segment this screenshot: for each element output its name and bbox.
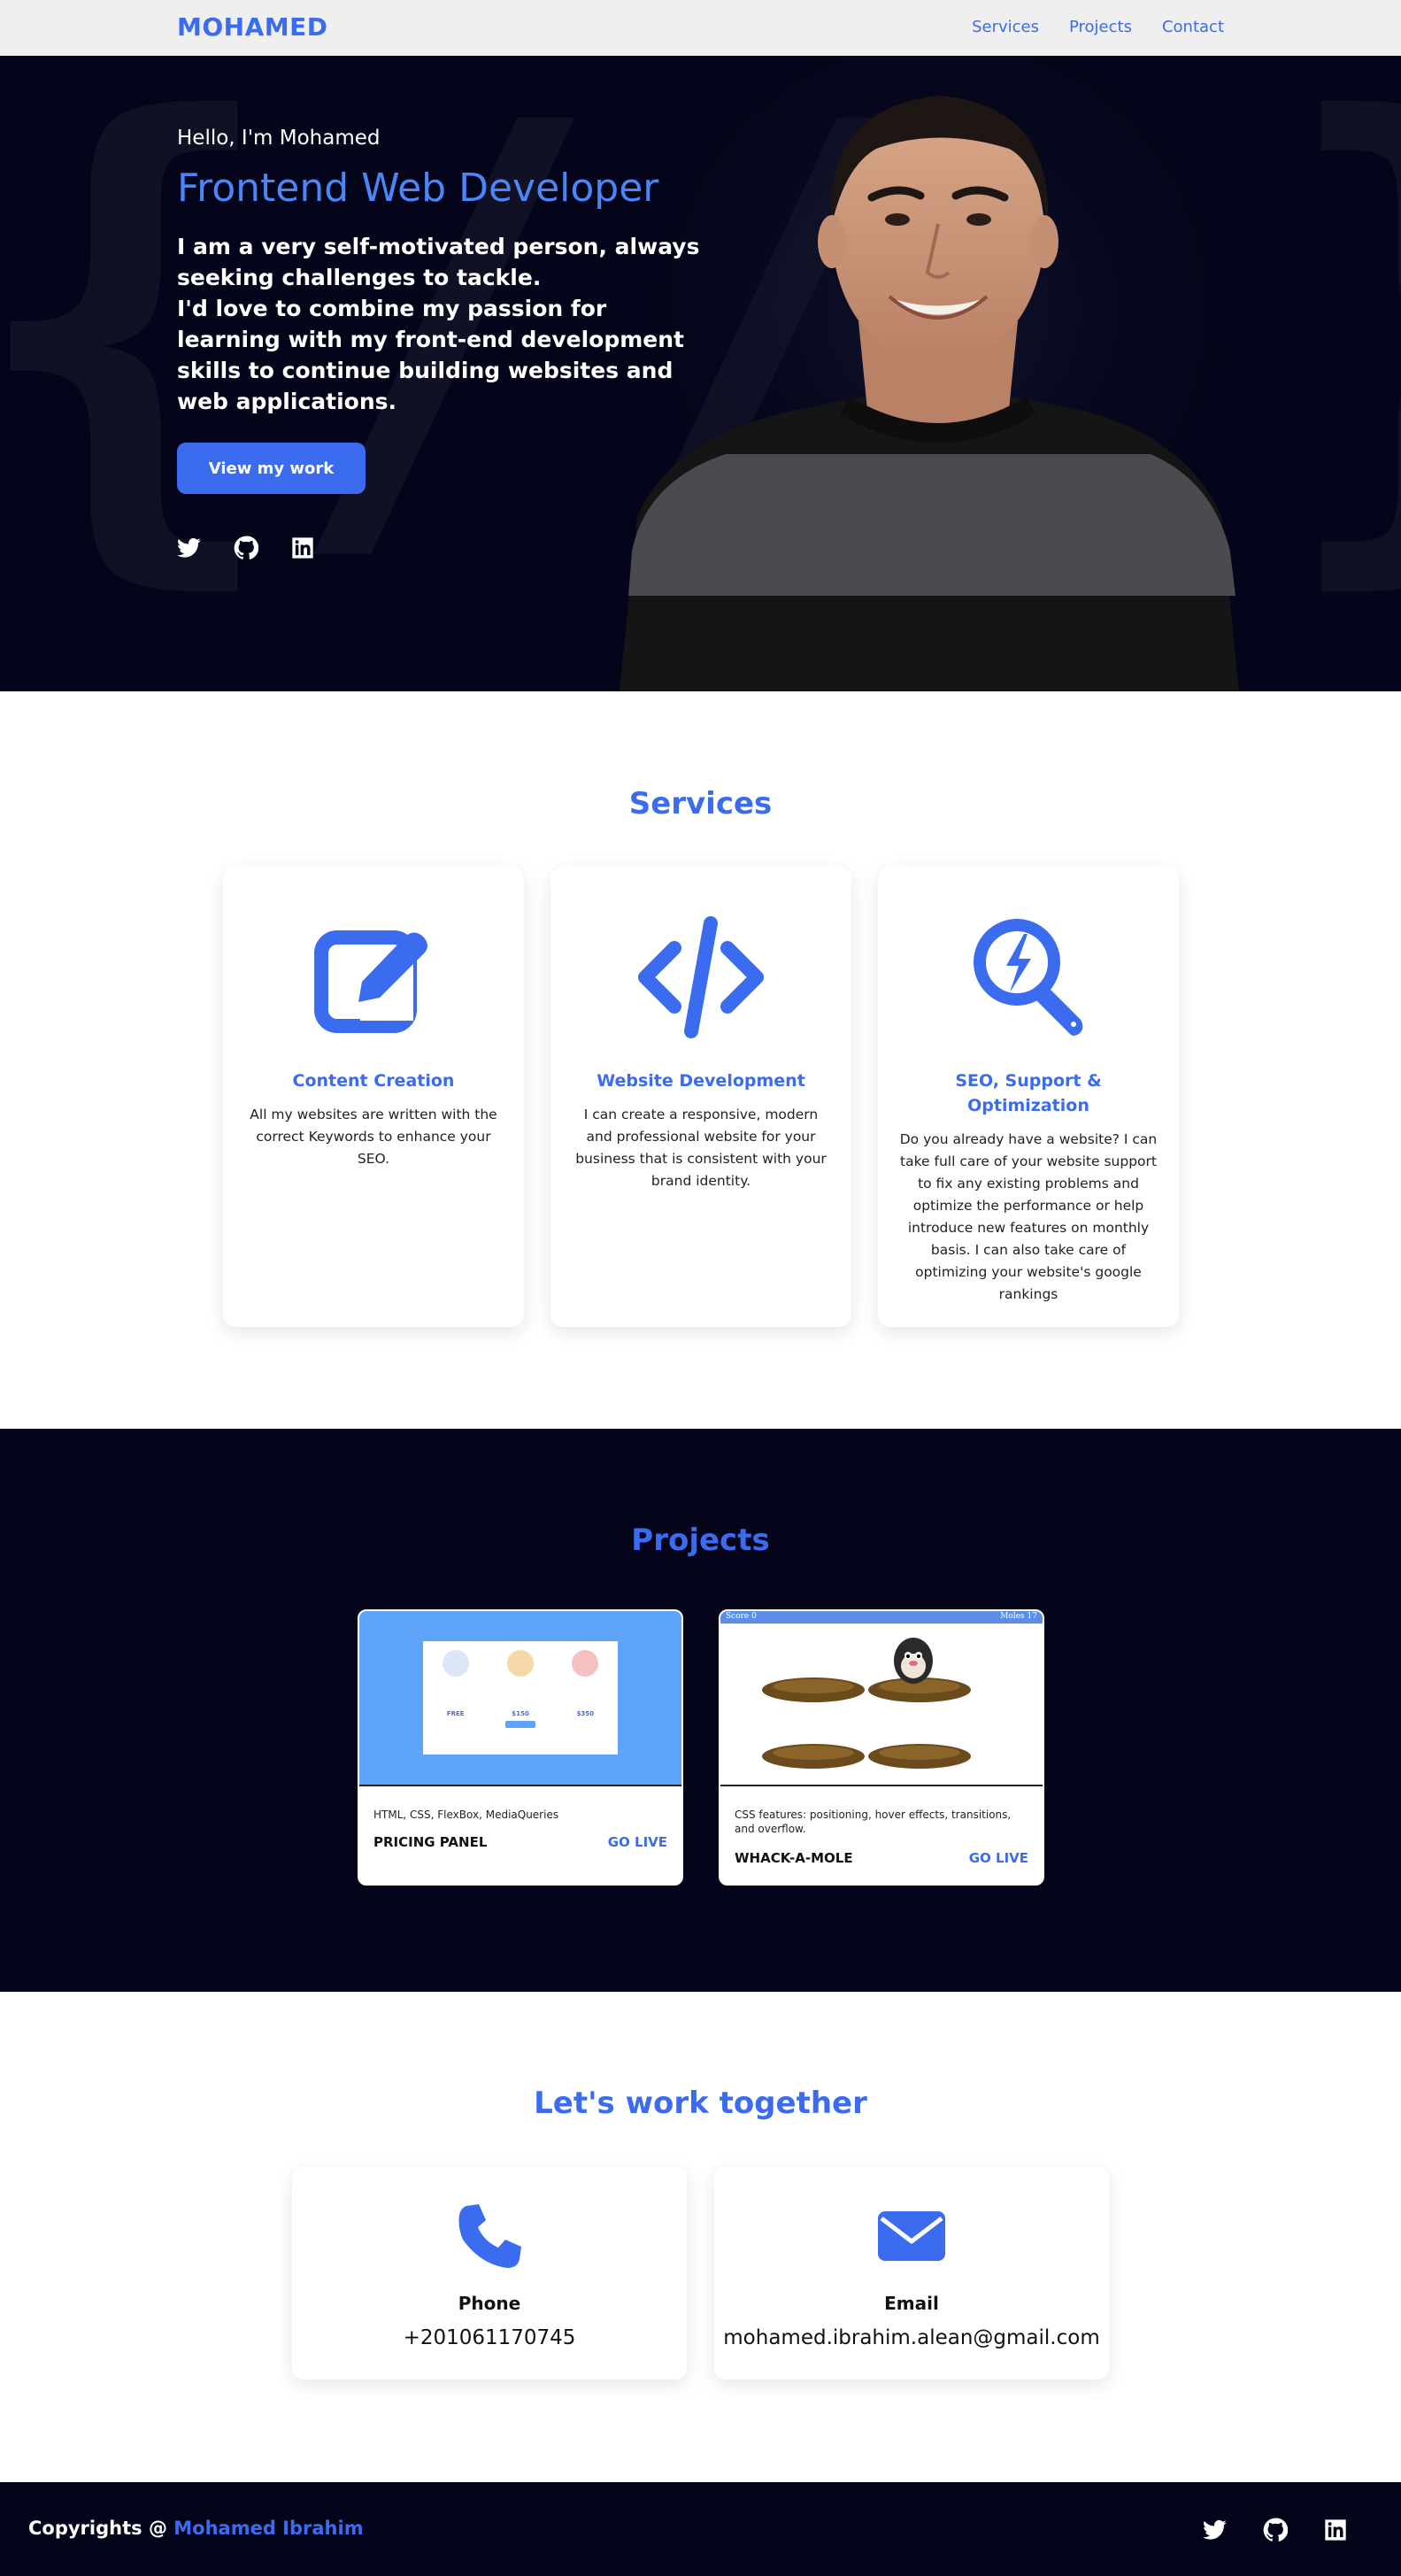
pricing-price: $350 [576, 1710, 595, 1717]
go-live-link[interactable]: GO LIVE [969, 1850, 1028, 1866]
footer-social-links [1203, 2518, 1348, 2542]
pricing-column: $350 [558, 1650, 612, 1755]
linkedin-icon[interactable] [290, 536, 315, 560]
twitter-icon[interactable] [177, 536, 202, 560]
pricing-price: FREE [446, 1710, 465, 1717]
pricing-columns: FREE $150 $350 [423, 1641, 618, 1755]
projects-title: Projects [631, 1523, 770, 1558]
service-title: SEO, Support & Optimization [955, 1071, 1102, 1115]
project-card-whack-a-mole[interactable]: Score 0 Moles 17 CSS features: positioni… [719, 1609, 1044, 1886]
brand-logo[interactable]: MOHAMED [177, 12, 328, 42]
whack-score-bar: Score 0 Moles 17 [720, 1611, 1043, 1623]
github-icon[interactable] [234, 536, 258, 560]
services-title: Services [628, 786, 773, 821]
code-icon [635, 911, 767, 1044]
hero-bg-braces-right: } [1274, 56, 1401, 587]
hero-intro: I am a very self-motivated person, alway… [177, 231, 708, 417]
service-card-website-development: Website Development I can create a respo… [550, 867, 851, 1327]
view-my-work-button[interactable]: View my work [177, 443, 366, 494]
nav-links: Services Projects Contact [972, 18, 1224, 36]
service-text: All my websites are written with the cor… [250, 1107, 497, 1167]
projects-section [0, 1429, 1401, 1992]
service-card-seo: SEO, Support & Optimization Do you alrea… [878, 867, 1179, 1327]
pricing-select-button [504, 1721, 535, 1728]
pricing-illustration [442, 1650, 469, 1677]
top-nav: MOHAMED Services Projects Contact [0, 0, 1401, 56]
seo-search-icon [962, 911, 1095, 1044]
pricing-column: FREE [429, 1650, 482, 1755]
portrait-photo [620, 56, 1257, 691]
footer: Copyrights @ Mohamed Ibrahim [0, 2482, 1401, 2576]
copyright-prefix: Copyrights @ [28, 2518, 174, 2539]
project-card-pricing-panel[interactable]: FREE $150 $350 HTML, CSS, FlexBox, Media… [358, 1609, 683, 1886]
go-live-link[interactable]: GO LIVE [608, 1834, 667, 1850]
email-icon [876, 2201, 947, 2271]
linkedin-icon[interactable] [1323, 2518, 1348, 2542]
hero-social-links [177, 536, 315, 560]
phone-icon [454, 2201, 525, 2271]
service-text: Do you already have a website? I can tak… [899, 1131, 1158, 1302]
contact-card-phone[interactable]: Phone +201061170745 [292, 2167, 687, 2379]
project-description: CSS features: positioning, hover effects… [735, 1809, 1012, 1835]
whack-moles: Moles 17 [1000, 1612, 1037, 1621]
service-card-content-creation: Content Creation All my websites are wri… [223, 867, 524, 1327]
hero-intro-line1: I am a very self-motivated person, alway… [177, 234, 700, 290]
pricing-column: $150 [494, 1650, 547, 1755]
hero-section: {// } [0, 56, 1401, 691]
contact-label: Email [884, 2293, 939, 2314]
nav-link-services[interactable]: Services [972, 18, 1039, 36]
hero-greeting: Hello, I'm Mohamed [177, 127, 381, 150]
hero-role: Frontend Web Developer [177, 166, 659, 211]
nav-link-projects[interactable]: Projects [1069, 18, 1132, 36]
pricing-price: $150 [512, 1710, 529, 1717]
pricing-illustration [572, 1650, 599, 1677]
contact-value[interactable]: +201061170745 [292, 2326, 687, 2349]
pricing-illustration [506, 1650, 534, 1677]
twitter-icon[interactable] [1203, 2518, 1228, 2542]
contact-label: Phone [458, 2293, 521, 2314]
contact-value[interactable]: mohamed.ibrahim.alean@gmail.com [714, 2326, 1109, 2349]
footer-copyright: Copyrights @ Mohamed Ibrahim [28, 2518, 364, 2539]
project-name: PRICING PANEL [373, 1834, 488, 1850]
service-title: Content Creation [292, 1071, 455, 1091]
project-thumbnail-whack: Score 0 Moles 17 [720, 1611, 1043, 1786]
pricing-preview: FREE $150 $350 [423, 1641, 618, 1755]
github-icon[interactable] [1263, 2518, 1288, 2542]
project-thumbnail-pricing: FREE $150 $350 [359, 1611, 681, 1786]
contact-title: Let's work together [534, 2086, 867, 2121]
edit-icon [307, 911, 440, 1044]
whack-mole-scene [762, 1638, 971, 1769]
hero-intro-line2: I'd love to combine my passion for learn… [177, 296, 685, 414]
author-link[interactable]: Mohamed Ibrahim [173, 2518, 363, 2539]
project-description: HTML, CSS, FlexBox, MediaQueries [373, 1809, 559, 1821]
contact-card-email[interactable]: Email mohamed.ibrahim.alean@gmail.com [714, 2167, 1109, 2379]
service-text: I can create a responsive, modern and pr… [575, 1107, 827, 1189]
service-title: Website Development [597, 1071, 805, 1091]
whack-score: Score 0 [726, 1612, 757, 1621]
project-name: WHACK-A-MOLE [735, 1850, 853, 1866]
nav-link-contact[interactable]: Contact [1162, 18, 1224, 36]
